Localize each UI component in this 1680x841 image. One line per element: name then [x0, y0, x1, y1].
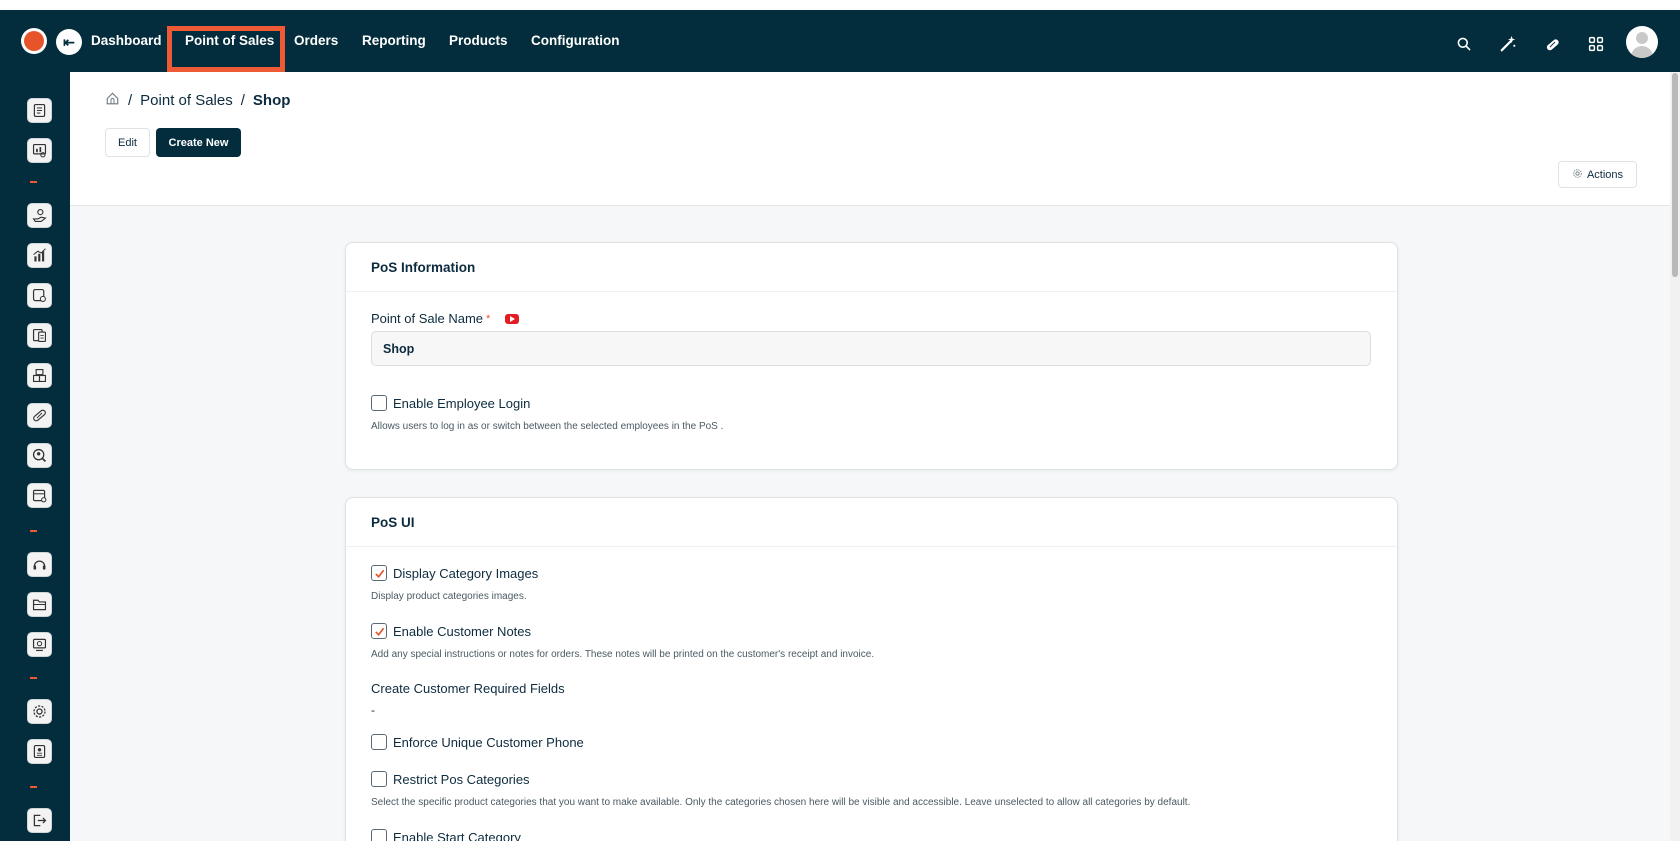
checkmark-icon	[374, 569, 384, 578]
breadcrumb-separator: /	[128, 91, 133, 109]
customer-notes-help: Add any special instructions or notes fo…	[371, 649, 875, 660]
card-divider	[346, 546, 1397, 547]
apps-grid-icon[interactable]	[1585, 33, 1607, 55]
card-title: PoS Information	[371, 260, 476, 275]
analytics-icon[interactable]	[27, 243, 52, 268]
unique-phone-label: Enforce Unique Customer Phone	[393, 734, 584, 750]
edit-button[interactable]: Edit	[105, 128, 150, 157]
employee-login-help: Allows users to log in as or switch betw…	[371, 421, 724, 432]
sidebar-separator	[30, 530, 37, 532]
customer-notes-checkbox[interactable]	[371, 623, 387, 639]
pos-ui-card: PoS UI Display Category Images Display p…	[345, 497, 1398, 841]
nav-orders[interactable]: Orders	[294, 30, 338, 54]
actions-button[interactable]: Actions	[1558, 161, 1637, 188]
user-avatar[interactable]	[1626, 26, 1658, 58]
required-mark: *	[486, 312, 491, 325]
display-category-images-row[interactable]: Display Category Images	[371, 565, 538, 581]
customer-notes-row[interactable]: Enable Customer Notes	[371, 623, 531, 639]
unique-phone-row[interactable]: Enforce Unique Customer Phone	[371, 734, 584, 750]
display-category-images-checkbox[interactable]	[371, 565, 387, 581]
invoices-icon[interactable]	[27, 323, 52, 348]
nav-configuration[interactable]: Configuration	[531, 30, 619, 54]
nav-reporting[interactable]: Reporting	[362, 30, 426, 54]
reports-icon[interactable]	[27, 98, 52, 123]
nav-dashboard[interactable]: Dashboard	[91, 30, 162, 54]
search-icon[interactable]	[1453, 33, 1475, 55]
breadcrumb: / Point of Sales / Shop	[105, 89, 290, 111]
create-new-button[interactable]: Create New	[156, 128, 241, 157]
nav-products[interactable]: Products	[449, 30, 508, 54]
restrict-categories-row[interactable]: Restrict Pos Categories	[371, 771, 530, 787]
restrict-categories-help: Select the specific product categories t…	[371, 797, 1191, 808]
required-fields-label: Create Customer Required Fields	[371, 681, 565, 696]
top-navbar: ⇤ Dashboard Point of Sales Orders Report…	[0, 10, 1680, 72]
sidebar-separator	[30, 181, 37, 183]
id-card-icon[interactable]	[27, 739, 52, 764]
card-title: PoS UI	[371, 515, 415, 530]
magic-wand-icon[interactable]	[1497, 33, 1519, 55]
gear-icon	[1572, 168, 1583, 182]
app-logo[interactable]	[21, 28, 47, 54]
breadcrumb-current: Shop	[252, 91, 291, 109]
sales-hand-icon[interactable]	[27, 203, 52, 228]
restrict-categories-checkbox[interactable]	[371, 771, 387, 787]
start-category-label: Enable Start Category	[393, 829, 521, 841]
actions-label: Actions	[1586, 168, 1624, 181]
pos-information-card: PoS Information Point of Sale Name * Shop…	[345, 242, 1398, 470]
youtube-icon[interactable]	[505, 313, 520, 324]
display-icon[interactable]	[27, 632, 52, 657]
unique-phone-checkbox[interactable]	[371, 734, 387, 750]
start-category-row[interactable]: Enable Start Category	[371, 829, 521, 841]
headset-icon[interactable]	[27, 552, 52, 577]
breadcrumb-separator: /	[240, 91, 245, 109]
pill-icon[interactable]	[1541, 33, 1563, 55]
card-divider	[346, 291, 1397, 292]
employee-login-checkbox[interactable]	[371, 395, 387, 411]
folder-icon[interactable]	[27, 592, 52, 617]
documents-icon[interactable]	[27, 283, 52, 308]
pill-icon[interactable]	[27, 403, 52, 428]
display-category-images-label: Display Category Images	[393, 565, 539, 581]
dashboard-chart-icon[interactable]	[27, 138, 52, 163]
settings-icon[interactable]	[27, 699, 52, 724]
employee-login-label: Enable Employee Login	[393, 395, 531, 411]
boxes-icon[interactable]	[27, 363, 52, 388]
sidebar-separator	[30, 677, 37, 679]
customer-notes-label: Enable Customer Notes	[393, 623, 532, 639]
required-fields-value: -	[371, 703, 375, 717]
calendar-icon[interactable]	[27, 483, 52, 508]
employee-login-row[interactable]: Enable Employee Login	[371, 395, 530, 411]
restrict-categories-label: Restrict Pos Categories	[393, 771, 530, 787]
page-scrollbar-thumb[interactable]	[1672, 73, 1678, 277]
search-user-icon[interactable]	[27, 443, 52, 468]
sidebar	[0, 72, 70, 841]
logout-icon[interactable]	[27, 808, 52, 833]
sidebar-separator	[30, 786, 37, 788]
pos-name-input[interactable]: Shop	[371, 331, 1371, 366]
breadcrumb-parent[interactable]: Point of Sales	[140, 92, 233, 109]
checkmark-icon	[374, 627, 384, 636]
pos-name-label: Point of Sale Name *	[371, 311, 520, 326]
display-category-images-help: Display product categories images.	[371, 591, 527, 602]
home-icon[interactable]	[105, 91, 120, 110]
nav-point-of-sales[interactable]: Point of Sales	[185, 30, 274, 54]
start-category-checkbox[interactable]	[371, 829, 387, 841]
collapse-sidebar-icon[interactable]: ⇤	[56, 29, 82, 55]
